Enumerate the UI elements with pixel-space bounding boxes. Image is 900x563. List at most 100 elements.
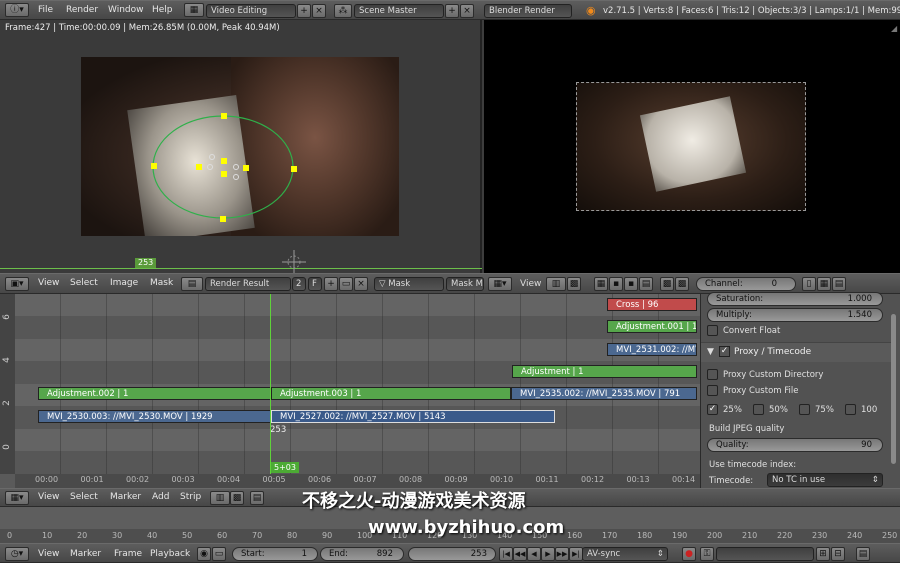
sequencer-editor-type-icon[interactable]: ▦▾ — [5, 491, 29, 505]
size-50-checkbox[interactable] — [753, 404, 764, 415]
insert-key-icon[interactable]: ⊞ — [816, 547, 830, 561]
strip-cross[interactable]: Cross | 96 — [607, 298, 697, 311]
mask-point[interactable] — [221, 158, 227, 164]
preview-menu-view[interactable]: View — [520, 279, 541, 289]
mask-point[interactable] — [196, 164, 202, 170]
mask-point[interactable] — [151, 163, 157, 169]
info-editor-icon[interactable]: ⓘ▾ — [5, 3, 29, 17]
scene-icon[interactable]: ⁂ — [334, 4, 352, 18]
menu-image[interactable]: Image — [110, 278, 138, 288]
seq-menu-view[interactable]: View — [38, 492, 59, 502]
render-slot-field[interactable]: 2 — [292, 277, 306, 291]
size-100-checkbox[interactable] — [845, 404, 856, 415]
tl-menu-marker[interactable]: Marker — [70, 549, 101, 559]
size-75-checkbox[interactable] — [799, 404, 810, 415]
screen-layout-select[interactable]: Video Editing — [206, 4, 296, 18]
image-name-field[interactable]: Render Result — [205, 277, 291, 291]
current-frame-field[interactable]: 253 — [408, 547, 496, 561]
color-channel-icon[interactable]: ▪ — [609, 277, 623, 291]
strip-mvi-2531[interactable]: MVI_2531.002: //MVI — [607, 343, 697, 356]
mask-handle[interactable] — [233, 174, 239, 180]
remove-screen-icon[interactable]: × — [312, 4, 326, 18]
timeline-extra-icon[interactable]: ▤ — [856, 547, 870, 561]
jump-prev-key-icon[interactable]: ◀◀ — [513, 547, 527, 561]
auto-key-icon[interactable]: ● — [682, 547, 696, 561]
mask-datablock-field[interactable]: Mask M — [446, 277, 484, 291]
strip-mvi-2530[interactable]: MVI_2530.003: //MVI_2530.MOV | 1929 — [38, 410, 271, 423]
menu-file[interactable]: File — [38, 5, 53, 15]
mask-point[interactable] — [221, 171, 227, 177]
jump-next-key-icon[interactable]: ▶▶ — [555, 547, 569, 561]
scope-icon[interactable]: ▦ — [817, 277, 831, 291]
add-scene-icon[interactable]: + — [445, 4, 459, 18]
mask-handle[interactable] — [233, 164, 239, 170]
mask-point[interactable] — [221, 113, 227, 119]
screen-layout-icon[interactable]: ▦ — [184, 3, 204, 17]
proxy-enable-checkbox[interactable]: ✓ — [719, 346, 730, 357]
fake-user-button[interactable]: F — [308, 277, 322, 291]
saturation-slider[interactable]: Saturation: 1.000 — [707, 292, 883, 306]
view-type-icon[interactable]: ▥ — [546, 277, 566, 291]
mask-handle[interactable] — [207, 164, 213, 170]
menu-mask[interactable]: Mask — [150, 278, 173, 288]
proxy-custom-file-checkbox[interactable] — [707, 385, 718, 396]
sync-mode-select[interactable]: AV-sync ⇕ — [582, 547, 668, 561]
proxy-panel-header[interactable]: ▼ ✓ Proxy / Timecode — [701, 342, 891, 362]
properties-scrollbar[interactable] — [891, 314, 896, 464]
timecode-select[interactable]: No TC in use ⇕ — [767, 473, 883, 487]
zbuffer-icon[interactable]: ▤ — [639, 277, 653, 291]
record-icon[interactable]: ◉ — [197, 547, 211, 561]
play-reverse-icon[interactable]: ◀ — [527, 547, 541, 561]
play-icon[interactable]: ▶ — [541, 547, 555, 561]
keying-set-field[interactable] — [716, 547, 814, 561]
seq-checker-icon[interactable]: ▩ — [230, 491, 244, 505]
overlay-icon[interactable]: ▩ — [675, 277, 689, 291]
strip-mvi-2527[interactable]: MVI_2527.002: //MVI_2527.MOV | 5143 — [271, 410, 555, 423]
keying-set-icon[interactable]: ⚿ — [700, 547, 714, 561]
proxy-custom-dir-checkbox[interactable] — [707, 369, 718, 380]
seq-clapboard-icon[interactable]: ▤ — [250, 491, 264, 505]
open-image-icon[interactable]: ▭ — [339, 277, 353, 291]
view-mode-icon[interactable]: ▥ — [210, 491, 230, 505]
menu-select[interactable]: Select — [70, 278, 98, 288]
seq-menu-strip[interactable]: Strip — [180, 492, 201, 502]
mask-point[interactable] — [243, 165, 249, 171]
alpha-channel-icon[interactable]: ▪ — [624, 277, 638, 291]
convert-float-checkbox[interactable] — [707, 325, 718, 336]
proxy-render-icon[interactable]: ▯ — [802, 277, 816, 291]
strip-adjustment-002[interactable]: Adjustment.002 | 1 — [38, 387, 271, 400]
tl-menu-playback[interactable]: Playback — [150, 549, 190, 559]
backdrop-icon[interactable]: ▩ — [660, 277, 674, 291]
multiply-slider[interactable]: Multiply: 1.540 — [707, 308, 883, 322]
sequencer-playhead[interactable] — [270, 294, 271, 474]
render-engine-select[interactable]: Blender Render — [484, 4, 572, 18]
remove-scene-icon[interactable]: × — [460, 4, 474, 18]
delete-key-icon[interactable]: ⊟ — [831, 547, 845, 561]
strip-adjustment-001[interactable]: Adjustment.001 | 1 — [607, 320, 697, 333]
preview-editor-type-icon[interactable]: ▦▾ — [488, 277, 512, 291]
start-frame-field[interactable]: Start: 1 — [232, 547, 318, 561]
menu-render[interactable]: Render — [66, 5, 98, 15]
seq-menu-select[interactable]: Select — [70, 492, 98, 502]
checker-icon[interactable]: ▩ — [567, 277, 581, 291]
image-browse-icon[interactable]: ▤ — [181, 277, 203, 291]
strip-adjustment-003[interactable]: Adjustment.003 | 1 — [271, 387, 511, 400]
tl-menu-frame[interactable]: Frame — [114, 549, 142, 559]
quality-slider[interactable]: Quality: 90 — [707, 438, 883, 452]
new-image-icon[interactable]: + — [324, 277, 338, 291]
menu-help[interactable]: Help — [152, 5, 173, 15]
seq-menu-marker[interactable]: Marker — [110, 492, 141, 502]
corner-grip-icon[interactable]: ◢ — [891, 24, 897, 33]
clapboard-icon[interactable]: ▤ — [832, 277, 846, 291]
end-frame-field[interactable]: End: 892 — [320, 547, 404, 561]
mask-mode-select[interactable]: ▽ Mask — [374, 277, 444, 291]
strip-mvi-2535[interactable]: MVI_2535.002: //MVI_2535.MOV | 791 — [511, 387, 697, 400]
editor-type-icon[interactable]: ▣▾ — [5, 277, 29, 291]
menu-view[interactable]: View — [38, 278, 59, 288]
display-channel-icon[interactable]: ▦ — [594, 277, 608, 291]
channel-field[interactable]: Channel: 0 — [696, 277, 796, 291]
jump-end-icon[interactable]: ▶| — [569, 547, 583, 561]
preview-range-icon[interactable]: ▭ — [212, 547, 226, 561]
unlink-image-icon[interactable]: × — [354, 277, 368, 291]
mask-handle[interactable] — [209, 154, 215, 160]
